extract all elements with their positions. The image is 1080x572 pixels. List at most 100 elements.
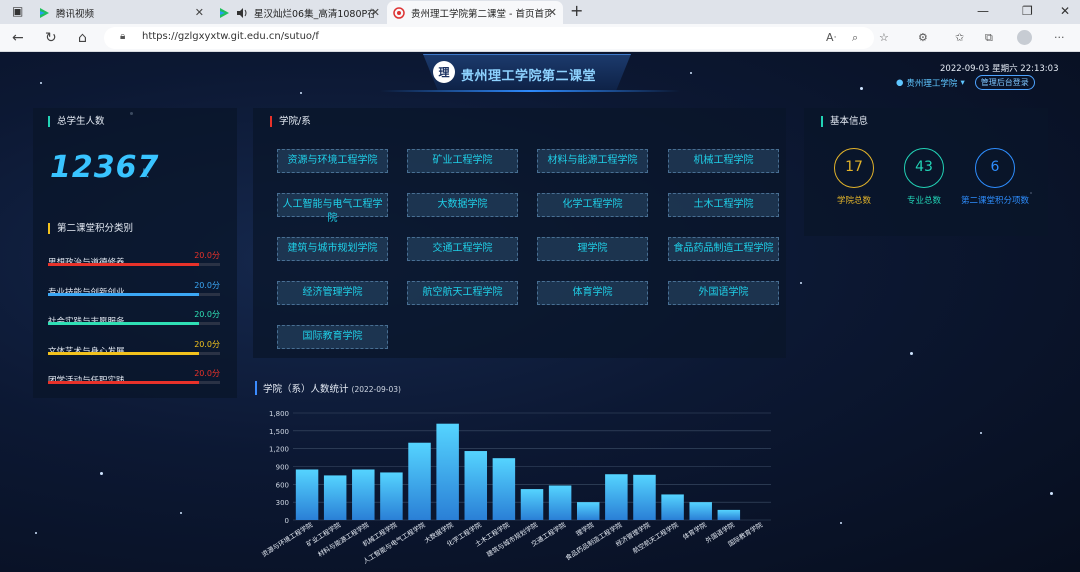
close-tab-icon[interactable]: ✕ bbox=[548, 6, 557, 19]
college-button[interactable]: 体育学院 bbox=[537, 281, 648, 305]
college-button[interactable]: 建筑与城市规划学院 bbox=[277, 237, 388, 261]
college-button[interactable]: 矿业工程学院 bbox=[407, 149, 518, 173]
category-progress-bar bbox=[48, 381, 220, 384]
y-tick-label: 600 bbox=[276, 481, 289, 489]
user-icon: ● bbox=[896, 77, 904, 88]
browser-tab-bar: ▣ 腾讯视频 ✕ 星汉灿烂06集_高清1080P在 ✕ 贵州理工学院第二课堂 -… bbox=[0, 0, 1080, 24]
bar bbox=[323, 475, 347, 520]
tab-title: 腾讯视频 bbox=[56, 8, 95, 20]
college-button[interactable]: 土木工程学院 bbox=[668, 193, 779, 217]
page-title: 贵州理工学院第二课堂 bbox=[461, 69, 597, 84]
address-bar[interactable]: 🔒︎ https://gzlgxyxtw.git.edu.cn/sutuo/f bbox=[104, 27, 874, 49]
close-tab-icon[interactable]: ✕ bbox=[371, 6, 380, 19]
category-progress-bar bbox=[48, 292, 220, 296]
dashboard: 理 贵州理工学院第二课堂 2022-09-03 星期六 22:13:03 ● 贵… bbox=[0, 52, 1080, 572]
chart-title-text: 学院（系）人数统计 bbox=[263, 384, 349, 395]
category-row: 社会实践与志愿服务20.0分 bbox=[48, 309, 220, 328]
browser-toolbar: ← ↻ ⌂ 🔒︎ https://gzlgxyxtw.git.edu.cn/su… bbox=[0, 24, 1080, 52]
college-button[interactable]: 化学工程学院 bbox=[537, 193, 648, 217]
category-row: 团学活动与任职实践20.0分 bbox=[48, 368, 220, 387]
category-progress-fill bbox=[48, 322, 200, 325]
stat-circle: 17 bbox=[834, 148, 874, 188]
restore-icon[interactable]: ❐ bbox=[1022, 4, 1033, 18]
college-button[interactable]: 外国语学院 bbox=[668, 281, 779, 305]
stat-label: 学院总数 bbox=[836, 196, 871, 206]
category-score: 20.0分 bbox=[194, 280, 220, 290]
college-button[interactable]: 经济管理学院 bbox=[277, 281, 388, 305]
school-logo: 理 bbox=[433, 61, 455, 83]
y-tick-label: 1,500 bbox=[269, 428, 289, 436]
new-tab-icon[interactable]: + bbox=[570, 1, 583, 20]
more-menu-icon[interactable]: ··· bbox=[1054, 31, 1065, 44]
basic-info-title: 基本信息 bbox=[821, 116, 868, 127]
browser-tab-1[interactable]: 腾讯视频 ✕ bbox=[32, 1, 210, 24]
bar bbox=[436, 423, 459, 520]
profile-avatar[interactable] bbox=[1017, 30, 1032, 45]
category-progress-bar bbox=[48, 351, 220, 355]
college-button[interactable]: 大数据学院 bbox=[407, 193, 518, 217]
chevron-down-icon[interactable]: ▾ bbox=[960, 78, 964, 88]
stat-circle: 43 bbox=[904, 148, 944, 188]
bar bbox=[492, 458, 516, 520]
x-tick-label: 材料与能源工程学院 bbox=[316, 520, 371, 559]
lock-icon[interactable]: 🔒︎ bbox=[120, 31, 125, 42]
category-score: 20.0分 bbox=[194, 310, 220, 319]
y-tick-label: 1,800 bbox=[269, 410, 289, 418]
x-tick-label: 资源与环境工程学院 bbox=[260, 520, 315, 559]
bar bbox=[661, 494, 684, 520]
site-icon bbox=[393, 6, 405, 19]
play-icon bbox=[218, 7, 230, 19]
college-button[interactable]: 航空航天工程学院 bbox=[407, 281, 518, 305]
y-tick-label: 900 bbox=[276, 464, 289, 472]
college-button[interactable]: 交通工程学院 bbox=[407, 237, 518, 261]
browser-tab-2[interactable]: 星汉灿烂06集_高清1080P在 ✕ bbox=[212, 1, 386, 24]
category-progress-bar bbox=[48, 263, 220, 266]
college-button[interactable]: 材料与能源工程学院 bbox=[537, 149, 648, 173]
bar bbox=[689, 502, 712, 520]
home-icon[interactable]: ⌂ bbox=[78, 29, 87, 47]
close-window-icon[interactable]: ✕ bbox=[1060, 4, 1070, 18]
speaker-icon[interactable] bbox=[236, 7, 248, 19]
chart-date: (2022-09-03) bbox=[351, 385, 401, 394]
minimize-icon[interactable]: — bbox=[977, 4, 989, 18]
zoom-icon[interactable]: ⌕ bbox=[852, 31, 858, 45]
category-progress-fill bbox=[48, 381, 200, 384]
college-button[interactable]: 国际教育学院 bbox=[277, 325, 388, 349]
extensions-icon[interactable]: ⚙ bbox=[918, 31, 928, 44]
tab-actions-icon[interactable]: ▣ bbox=[12, 4, 23, 18]
close-tab-icon[interactable]: ✕ bbox=[195, 6, 204, 19]
datetime: 2022-09-03 星期六 22:13:03 bbox=[940, 64, 1059, 74]
college-button[interactable]: 理学院 bbox=[537, 237, 648, 261]
category-row: 文体艺术与身心发展20.0分 bbox=[48, 339, 220, 358]
favorites-bar-icon[interactable]: ✩ bbox=[955, 31, 964, 44]
bar bbox=[548, 485, 572, 520]
user-name[interactable]: 贵州理工学院 bbox=[906, 77, 957, 89]
stat-circle: 6 bbox=[975, 148, 1015, 188]
category-score: 20.0分 bbox=[194, 369, 220, 378]
url-text: https://gzlgxyxtw.git.edu.cn/sutuo/f bbox=[142, 31, 319, 42]
category-row: 思想政治与道德修养20.0分 bbox=[48, 250, 220, 269]
college-button[interactable]: 资源与环境工程学院 bbox=[277, 149, 388, 173]
bar bbox=[633, 474, 656, 520]
bar bbox=[380, 472, 403, 520]
read-aloud-icon[interactable]: Aᐧ bbox=[826, 31, 836, 44]
chart-title: 学院（系）人数统计 (2022-09-03) bbox=[255, 381, 401, 395]
favorite-icon[interactable]: ☆ bbox=[879, 31, 889, 44]
y-tick-label: 1,200 bbox=[269, 446, 289, 454]
y-tick-label: 0 bbox=[285, 517, 289, 525]
colleges-title: 学院/系 bbox=[270, 116, 311, 127]
browser-tab-3[interactable]: 贵州理工学院第二课堂 - 首页首页 ✕ bbox=[387, 1, 563, 24]
header-glow-line bbox=[380, 90, 680, 92]
stat-label: 专业总数 bbox=[906, 196, 941, 206]
back-icon[interactable]: ← bbox=[12, 29, 24, 47]
admin-login-button[interactable]: 管理后台登录 bbox=[974, 75, 1035, 90]
college-button[interactable]: 食品药品制造工程学院 bbox=[668, 237, 779, 261]
x-tick-label: 建筑与城市规划学院 bbox=[485, 520, 540, 559]
category-progress-bar bbox=[48, 322, 220, 325]
category-progress-fill bbox=[48, 292, 200, 296]
collections-icon[interactable]: ⧉ bbox=[985, 31, 993, 45]
college-button[interactable]: 人工智能与电气工程学院 bbox=[277, 193, 388, 224]
x-tick-label: 理学院 bbox=[574, 520, 596, 538]
college-button[interactable]: 机械工程学院 bbox=[668, 149, 779, 173]
refresh-icon[interactable]: ↻ bbox=[45, 29, 57, 47]
